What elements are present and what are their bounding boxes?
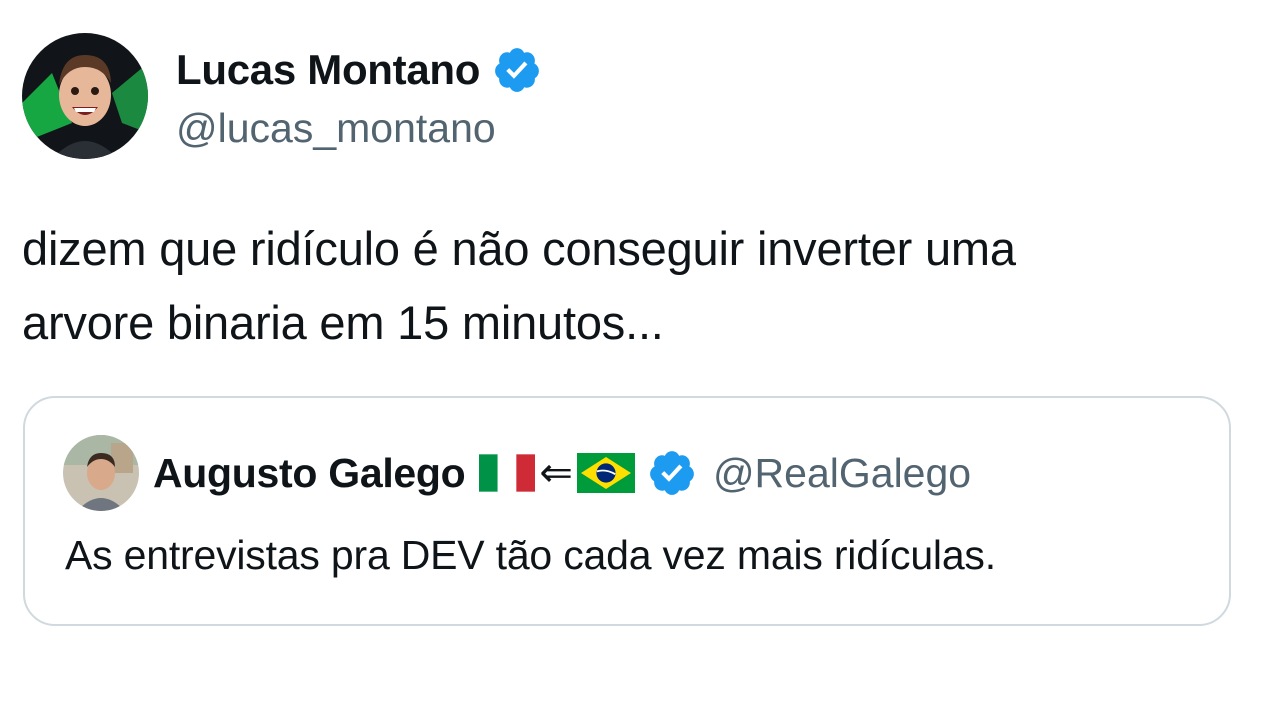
italy-flag-icon xyxy=(479,454,536,492)
quoted-tweet-text: As entrevistas pra DEV tão cada vez mais… xyxy=(65,532,996,578)
quoted-tweet[interactable]: Augusto Galego ⇐ @RealGalego As entrevis… xyxy=(23,396,1231,626)
author-name[interactable]: Lucas Montano xyxy=(176,46,480,94)
author-names: Lucas Montano @lucas_montano xyxy=(176,41,542,152)
tweet-text-line: arvore binaria em 15 minutos... xyxy=(22,296,664,349)
quoted-tweet-header: Augusto Galego ⇐ @RealGalego xyxy=(63,434,971,512)
quoted-author-name[interactable]: Augusto Galego xyxy=(153,450,466,497)
author-avatar[interactable] xyxy=(22,33,148,159)
verified-badge-icon xyxy=(650,451,694,495)
arrow-icon: ⇐ xyxy=(539,451,573,495)
quoted-author-avatar[interactable] xyxy=(63,435,139,511)
tweet-header: Lucas Montano @lucas_montano xyxy=(22,33,542,159)
author-handle[interactable]: @lucas_montano xyxy=(176,105,542,152)
tweet-text: dizem que ridículo é não conseguir inver… xyxy=(22,212,1242,360)
quoted-author-handle[interactable]: @RealGalego xyxy=(713,450,971,497)
tweet-text-line: dizem que ridículo é não conseguir inver… xyxy=(22,222,1016,275)
tweet-card: Lucas Montano @lucas_montano dizem que r… xyxy=(0,0,1280,720)
name-row: Lucas Montano xyxy=(176,41,542,99)
brazil-flag-icon xyxy=(576,453,635,493)
verified-badge-icon xyxy=(495,47,539,92)
